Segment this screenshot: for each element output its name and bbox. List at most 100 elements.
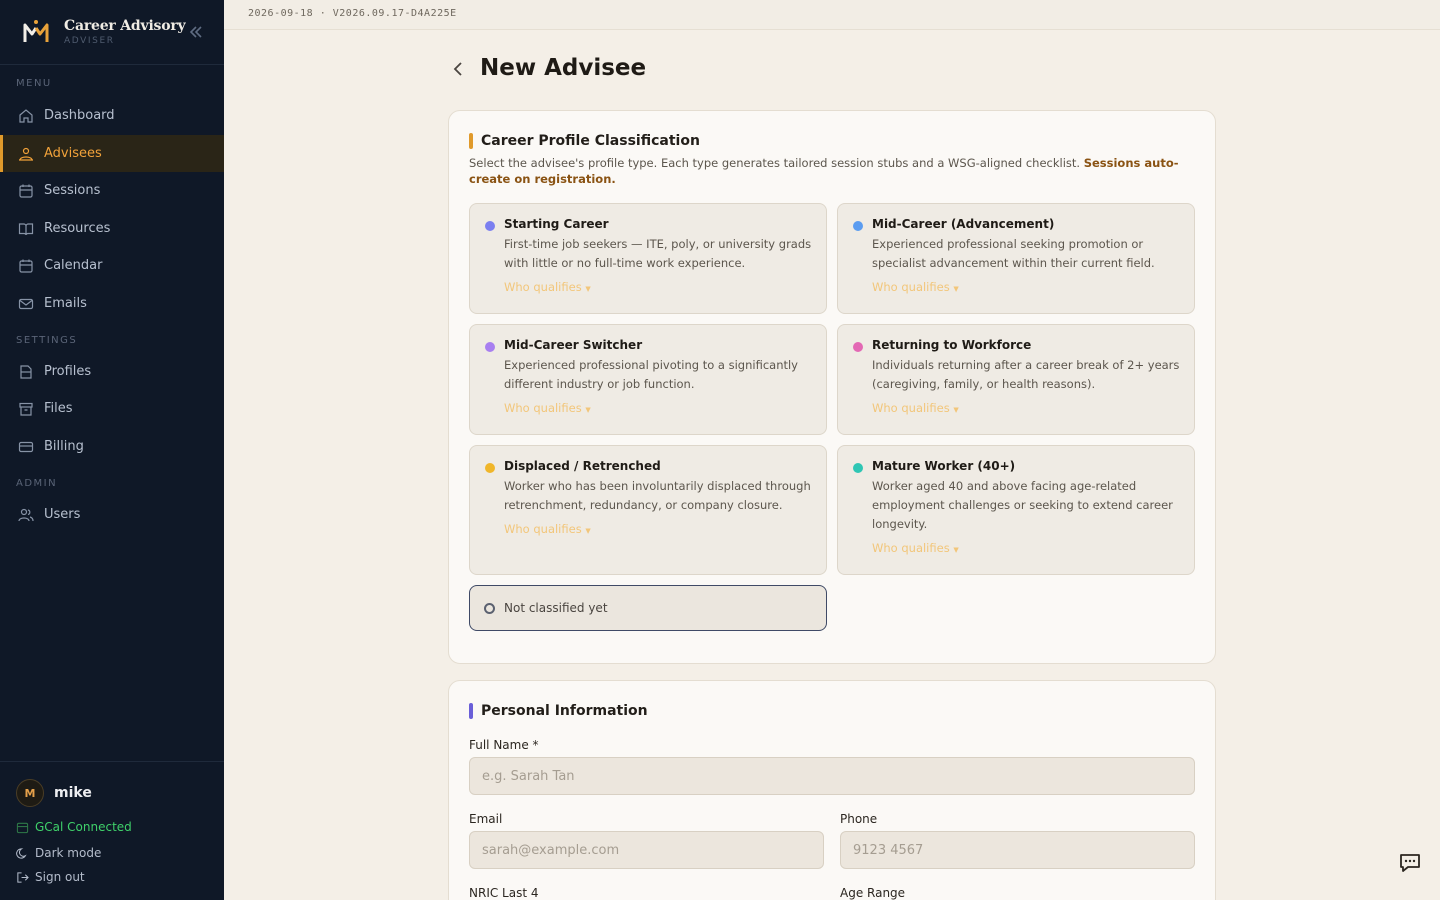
caret-down-icon: ▼ <box>953 285 959 293</box>
logo-icon <box>23 20 49 42</box>
sidebar-item-label: Billing <box>44 439 84 454</box>
sidebar-item-label: Files <box>44 401 73 416</box>
caret-down-icon: ▼ <box>585 527 591 535</box>
sidebar-item-users[interactable]: Users <box>0 496 224 533</box>
profile-option-desc: Worker aged 40 and above facing age-rela… <box>872 479 1173 531</box>
book-icon <box>18 222 34 235</box>
sidebar-item-label: Emails <box>44 296 87 311</box>
sidebar-item-label: Advisees <box>44 146 102 161</box>
caret-down-icon: ▼ <box>585 285 591 293</box>
sidebar-item-files[interactable]: Files <box>0 390 224 427</box>
who-qualifies-label: Who qualifies <box>872 541 950 555</box>
profile-dot <box>853 342 863 352</box>
profile-option-starting-career[interactable]: Starting Career First-time job seekers —… <box>469 203 827 314</box>
caret-down-icon: ▼ <box>953 546 959 554</box>
accent-bar <box>469 703 473 719</box>
nric-label: NRIC Last 4 <box>469 886 539 900</box>
credit-card-icon <box>18 441 34 452</box>
build-version: 2026-09-18 · V2026.09.17-D4A225E <box>248 8 457 19</box>
personal-info-title: Personal Information <box>481 703 648 719</box>
admin-section-label: ADMIN <box>16 478 58 489</box>
full-name-label: Full Name * <box>469 738 539 752</box>
sign-out-link[interactable]: Sign out <box>16 870 85 884</box>
moon-icon <box>16 847 27 859</box>
brand-title: Career Advisory <box>64 18 186 34</box>
profile-option-mature-worker[interactable]: Mature Worker (40+) Worker aged 40 and a… <box>837 445 1195 575</box>
sidebar-item-label: Calendar <box>44 258 103 273</box>
avatar[interactable]: M <box>16 779 44 807</box>
calendar-icon <box>16 822 29 833</box>
caret-down-icon: ▼ <box>953 406 959 414</box>
sidebar-item-profiles[interactable]: Profiles <box>0 353 224 390</box>
chat-icon[interactable] <box>1398 852 1422 874</box>
profile-option-title: Starting Career <box>504 217 609 231</box>
profile-dot <box>853 221 863 231</box>
profile-option-mid-career-advancement[interactable]: Mid-Career (Advancement) Experienced pro… <box>837 203 1195 314</box>
who-qualifies-toggle[interactable]: Who qualifies ▼ <box>504 280 591 294</box>
classification-header: Career Profile Classification <box>469 133 700 149</box>
user-name: mike <box>54 785 92 801</box>
dark-mode-toggle[interactable]: Dark mode <box>16 846 101 860</box>
who-qualifies-label: Who qualifies <box>504 280 582 294</box>
who-qualifies-toggle[interactable]: Who qualifies ▼ <box>504 401 591 415</box>
people-icon <box>18 508 34 521</box>
topbar: 2026-09-18 · V2026.09.17-D4A225E <box>224 0 1440 30</box>
sidebar-item-label: Dashboard <box>44 108 115 123</box>
profile-option-not-classified[interactable]: Not classified yet <box>469 585 827 631</box>
sidebar-item-resources[interactable]: Resources <box>0 210 224 247</box>
profile-option-mid-career-switcher[interactable]: Mid-Career Switcher Experienced professi… <box>469 324 827 435</box>
sidebar-item-advisees[interactable]: Advisees <box>0 135 224 172</box>
sidebar-item-label: Profiles <box>44 364 92 379</box>
profile-option-title: Mid-Career (Advancement) <box>872 217 1055 231</box>
sign-out-label: Sign out <box>35 870 85 884</box>
profile-option-title: Displaced / Retrenched <box>504 459 661 473</box>
profile-option-title: Mid-Career Switcher <box>504 338 643 352</box>
settings-section-label: SETTINGS <box>16 335 78 346</box>
calendar-icon <box>19 184 33 198</box>
collapse-sidebar-icon[interactable] <box>186 22 206 42</box>
sidebar-item-calendar[interactable]: Calendar <box>0 247 224 284</box>
sidebar-item-label: Users <box>44 507 81 522</box>
page-title: New Advisee <box>480 55 647 81</box>
full-name-input[interactable] <box>469 757 1195 795</box>
who-qualifies-label: Who qualifies <box>504 401 582 415</box>
who-qualifies-toggle[interactable]: Who qualifies ▼ <box>504 522 591 536</box>
phone-label: Phone <box>840 812 878 826</box>
mail-icon <box>18 298 34 309</box>
profile-dot <box>485 342 495 352</box>
profile-option-returning-to-workforce[interactable]: Returning to Workforce Individuals retur… <box>837 324 1195 435</box>
email-input[interactable] <box>469 831 824 869</box>
profile-option-title: Returning to Workforce <box>872 338 1032 352</box>
profile-dot <box>853 463 863 473</box>
who-qualifies-label: Who qualifies <box>504 522 582 536</box>
profile-option-title: Not classified yet <box>504 601 608 615</box>
who-qualifies-label: Who qualifies <box>872 401 950 415</box>
back-arrow-icon[interactable] <box>448 58 470 80</box>
profile-option-displaced-retrenched[interactable]: Displaced / Retrenched Worker who has be… <box>469 445 827 575</box>
users-icon <box>19 147 33 161</box>
who-qualifies-toggle[interactable]: Who qualifies ▼ <box>872 401 959 415</box>
who-qualifies-toggle[interactable]: Who qualifies ▼ <box>872 541 959 555</box>
who-qualifies-toggle[interactable]: Who qualifies ▼ <box>872 280 959 294</box>
radio-ring-icon <box>484 603 495 614</box>
personal-info-header: Personal Information <box>469 703 648 719</box>
sidebar-item-sessions[interactable]: Sessions <box>0 172 224 209</box>
profile-option-desc: First-time job seekers — ITE, poly, or u… <box>504 237 812 270</box>
personal-info-card: Personal Information Full Name * Email P… <box>448 680 1216 900</box>
sidebar-item-emails[interactable]: Emails <box>0 285 224 322</box>
classification-title: Career Profile Classification <box>481 133 700 149</box>
sidebar-item-label: Sessions <box>44 183 101 198</box>
caret-down-icon: ▼ <box>585 406 591 414</box>
file-icon <box>20 364 32 379</box>
profile-dot <box>485 463 495 473</box>
sidebar-item-billing[interactable]: Billing <box>0 428 224 465</box>
brand-subtitle: ADVISER <box>64 36 115 46</box>
profile-option-desc: Worker who has been involuntarily displa… <box>504 479 811 512</box>
sidebar-item-label: Resources <box>44 221 111 236</box>
home-icon <box>19 108 33 123</box>
phone-input[interactable] <box>840 831 1195 869</box>
who-qualifies-label: Who qualifies <box>872 280 950 294</box>
sidebar-item-dashboard[interactable]: Dashboard <box>0 97 224 134</box>
sign-out-icon <box>17 871 29 883</box>
classification-description-text: Select the advisee's profile type. Each … <box>469 156 1081 170</box>
